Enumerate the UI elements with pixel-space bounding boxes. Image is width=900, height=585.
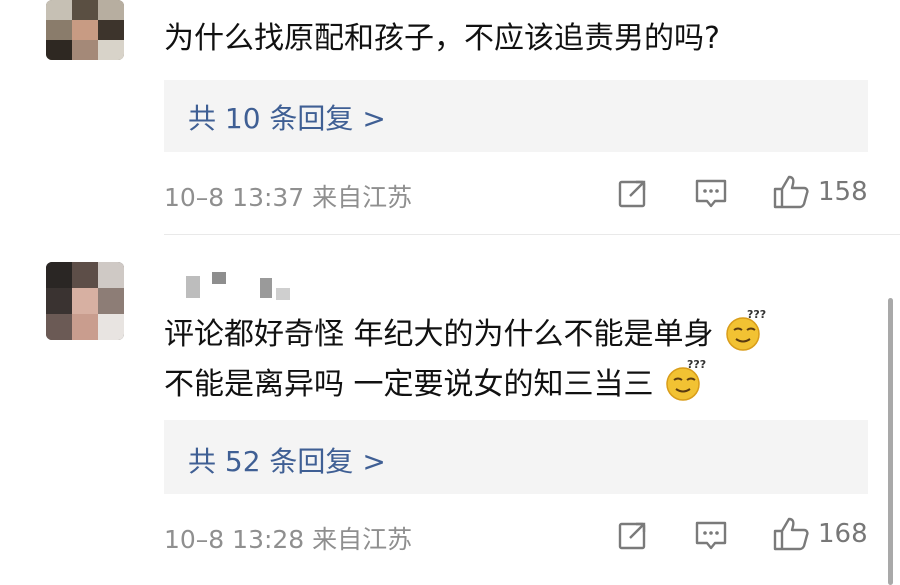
replies-count-label: 共 10 条回复 > xyxy=(188,102,386,135)
comment-icon xyxy=(695,521,727,550)
scrollbar[interactable] xyxy=(888,298,893,585)
comment-meta: 10–8 13:28 来自江苏 xyxy=(164,525,413,554)
avatar[interactable] xyxy=(46,262,124,340)
like-icon xyxy=(773,175,809,209)
view-replies-button[interactable]: 共 10 条回复 > xyxy=(164,80,868,152)
comment-meta: 10–8 13:37 来自江苏 xyxy=(164,183,413,212)
like-icon xyxy=(773,517,809,551)
svg-text:???: ??? xyxy=(687,358,706,371)
comment-button[interactable] xyxy=(694,176,728,210)
comment-text: 为什么找原配和孩子，不应该追责男的吗? xyxy=(164,21,720,56)
like-count: 168 xyxy=(818,519,868,549)
like-button[interactable]: 168 xyxy=(772,516,868,552)
replies-count-label: 共 52 条回复 > xyxy=(188,445,386,478)
view-replies-button[interactable]: 共 52 条回复 > xyxy=(164,420,868,494)
thinking-emoji-icon: ??? xyxy=(666,358,706,401)
like-button[interactable]: 158 xyxy=(772,174,868,210)
share-button[interactable] xyxy=(616,176,650,210)
share-icon xyxy=(618,180,646,208)
comment-button[interactable] xyxy=(694,518,728,552)
avatar[interactable] xyxy=(46,0,124,60)
comment-icon xyxy=(695,179,727,208)
share-button[interactable] xyxy=(616,518,650,552)
thinking-emoji-icon: ??? xyxy=(726,308,766,351)
comment-text-line-2: 不能是离异吗 一定要说女的知三当三 ??? xyxy=(164,358,707,402)
share-icon xyxy=(618,522,646,550)
comment-text-line-1: 评论都好奇怪 年纪大的为什么不能是单身 ??? xyxy=(164,308,767,352)
divider xyxy=(164,234,900,235)
username-blurred[interactable] xyxy=(182,272,302,300)
like-count: 158 xyxy=(818,177,868,207)
svg-text:???: ??? xyxy=(747,308,766,321)
